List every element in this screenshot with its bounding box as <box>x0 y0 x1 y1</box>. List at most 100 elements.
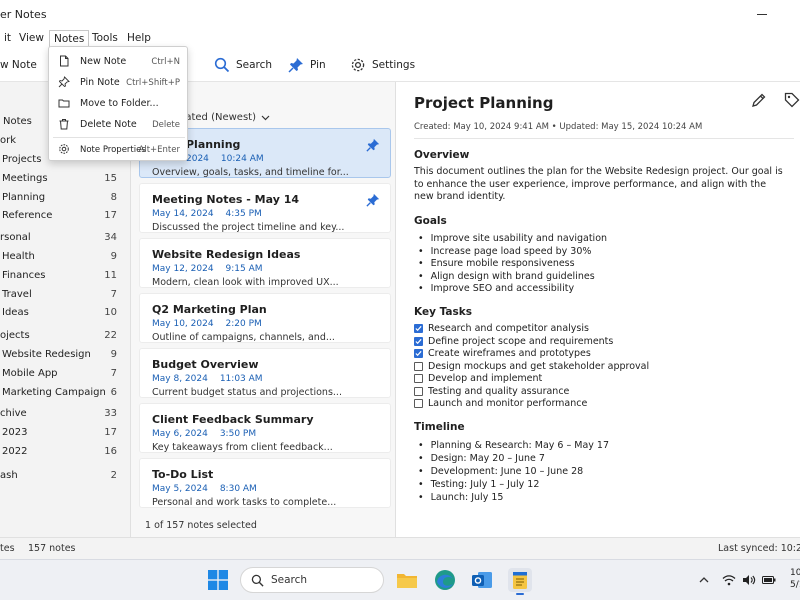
sidebar-item-label: Mobile App <box>2 368 58 379</box>
sidebar-item-travel[interactable]: Travel 7 <box>0 286 131 304</box>
note-card[interactable]: Website Redesign Ideas May 12, 2024 9:15 … <box>139 238 391 288</box>
note-date-text: May 5, 2024 <box>152 484 208 494</box>
task-checkbox[interactable] <box>414 399 423 408</box>
sidebar-item-2022[interactable]: 2022 16 <box>0 443 131 461</box>
task-item: Launch and monitor performance <box>414 398 587 409</box>
menu-item-shortcut: Ctrl+N <box>151 57 180 67</box>
note-card[interactable]: Q2 Marketing Plan May 10, 2024 2:20 PM Ou… <box>139 293 391 343</box>
menu-notes[interactable]: Notes <box>49 30 90 47</box>
menu-item-label: Delete Note <box>80 119 137 130</box>
list-item: Launch: July 15 <box>418 492 504 503</box>
sidebar-item-count: 15 <box>104 173 117 184</box>
search-button[interactable]: Search <box>214 56 272 74</box>
note-date-text: May 14, 2024 <box>152 209 214 219</box>
document-icon <box>60 55 69 67</box>
sidebar-item-website-redesign[interactable]: Website Redesign 9 <box>0 346 131 364</box>
menu-edit[interactable]: it <box>0 30 15 47</box>
sidebar-item-finances[interactable]: Finances 11 <box>0 267 131 285</box>
note-preview: Outline of campaigns, channels, and... <box>152 332 335 343</box>
pin-icon <box>58 76 70 88</box>
battery-icon[interactable] <box>762 573 776 587</box>
menu-item-new-note[interactable]: New Note Ctrl+N <box>49 52 189 72</box>
sidebar-item-label: chive <box>0 408 27 419</box>
system-clock[interactable]: 10 5/1 <box>790 567 800 591</box>
note-card[interactable]: Client Feedback Summary May 6, 2024 3:50 … <box>139 403 391 453</box>
task-checkbox[interactable] <box>414 349 423 358</box>
search-label: Search <box>236 59 273 71</box>
note-date-text: May 6, 2024 <box>152 429 208 439</box>
note-time: 3:50 PM <box>219 429 257 439</box>
menu-help[interactable]: Help <box>123 30 155 47</box>
sidebar-item-label: ojects <box>0 330 30 341</box>
sidebar-item-marketing-campaign[interactable]: Marketing Campaign 6 <box>0 384 131 402</box>
wifi-icon[interactable] <box>722 573 736 587</box>
sidebar-item-meetings[interactable]: Meetings 15 <box>0 170 131 188</box>
menu-item-move-to-folder[interactable]: Move to Folder... <box>49 94 189 114</box>
task-checkbox[interactable] <box>414 387 423 396</box>
sort-label: dated (Newest) <box>179 112 256 123</box>
search-icon <box>251 574 264 587</box>
new-note-button[interactable]: w Note <box>0 56 37 74</box>
settings-button[interactable]: Settings <box>350 56 415 74</box>
task-checkbox[interactable] <box>414 337 423 346</box>
note-card[interactable]: Budget Overview May 8, 2024 11:03 AM Curr… <box>139 348 391 398</box>
menu-separator <box>53 137 185 138</box>
list-item: Testing: July 1 – July 12 <box>418 479 540 490</box>
sort-dropdown[interactable]: dated (Newest) <box>179 112 270 123</box>
note-title: Meeting Notes - May 14 <box>152 193 300 206</box>
notes-app-icon[interactable] <box>508 568 532 595</box>
list-item: Align design with brand guidelines <box>418 271 595 282</box>
minimize-button[interactable] <box>752 4 772 24</box>
sidebar-item-mobile-app[interactable]: Mobile App 7 <box>0 365 131 383</box>
note-card[interactable]: Meeting Notes - May 14 May 14, 2024 4:35 … <box>139 183 391 233</box>
check-icon <box>415 325 422 332</box>
notes-menu-dropdown: New Note Ctrl+N Pin Note Ctrl+Shift+P Mo… <box>48 46 188 161</box>
file-explorer-icon[interactable] <box>395 568 419 592</box>
note-date: May 14, 2024 4:35 PM <box>152 209 262 219</box>
taskbar-search[interactable]: Search <box>240 567 384 593</box>
sidebar-item-archive[interactable]: chive 33 <box>0 405 131 423</box>
pin-button[interactable]: Pin <box>288 56 326 74</box>
sidebar-item-label: Finances <box>2 270 46 281</box>
sidebar-item-count: 6 <box>110 387 117 398</box>
menu-tools[interactable]: Tools <box>88 30 122 47</box>
tasks-heading: Key Tasks <box>414 306 472 318</box>
menu-view[interactable]: View <box>15 30 48 47</box>
sidebar-item-reference[interactable]: Reference 17 <box>0 207 131 225</box>
sidebar-item-label: Notes <box>3 116 32 127</box>
menu-item-shortcut: Delete <box>152 120 180 130</box>
task-item: Define project scope and requirements <box>414 336 613 347</box>
note-date: May 12, 2024 9:15 AM <box>152 264 263 274</box>
sidebar-item-label: ash <box>0 470 18 481</box>
task-checkbox[interactable] <box>414 324 423 333</box>
menu-item-shortcut: Ctrl+Shift+P <box>126 78 180 88</box>
tag-icon[interactable] <box>784 92 800 108</box>
note-card[interactable]: To-Do List May 5, 2024 8:30 AM Personal a… <box>139 458 391 508</box>
sidebar-item-2023[interactable]: 2023 17 <box>0 424 131 442</box>
volume-icon[interactable] <box>742 573 756 587</box>
sidebar-item-count: 9 <box>110 349 117 360</box>
sidebar-item-count: 17 <box>104 210 117 221</box>
sidebar-item-trash[interactable]: ash 2 <box>0 467 131 485</box>
note-time: 9:15 AM <box>225 264 263 274</box>
edge-browser-icon[interactable] <box>433 568 457 592</box>
task-checkbox[interactable] <box>414 362 423 371</box>
note-time: 4:35 PM <box>225 209 262 219</box>
sidebar-item-planning[interactable]: Planning 8 <box>0 189 131 207</box>
sidebar-item-ideas[interactable]: Ideas 10 <box>0 304 131 322</box>
pencil-icon[interactable] <box>751 92 767 108</box>
sidebar-item-count: 10 <box>104 307 117 318</box>
sidebar-item-projects-group[interactable]: ojects 22 <box>0 327 131 345</box>
sidebar-item-health[interactable]: Health 9 <box>0 248 131 266</box>
chevron-up-icon[interactable] <box>697 573 711 587</box>
menu-item-note-properties[interactable]: Note Properties Alt+Enter <box>49 140 189 160</box>
sidebar-item-personal[interactable]: rsonal 34 <box>0 229 131 247</box>
menu-item-pin-note[interactable]: Pin Note Ctrl+Shift+P <box>49 73 189 93</box>
sidebar-item-count: 9 <box>110 251 117 262</box>
note-metadata: Created: May 10, 2024 9:41 AM • Updated:… <box>414 122 703 132</box>
outlook-icon[interactable] <box>470 568 494 592</box>
menu-item-delete-note[interactable]: Delete Note Delete <box>49 115 189 135</box>
task-checkbox[interactable] <box>414 374 423 383</box>
windows-start-icon[interactable] <box>208 570 228 590</box>
sidebar-item-count: 22 <box>104 330 117 341</box>
